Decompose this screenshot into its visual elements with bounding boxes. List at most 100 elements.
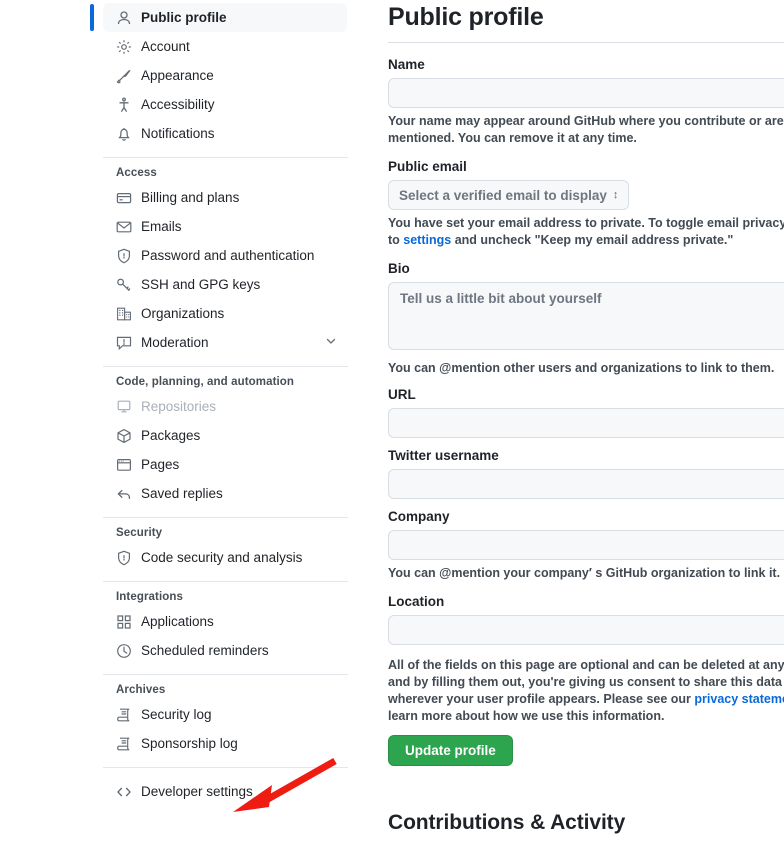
sidebar-item-label: Security log <box>141 707 212 722</box>
field-twitter: Twitter username <box>388 448 784 499</box>
gear-icon <box>116 39 132 55</box>
active-indicator-bar <box>90 4 94 31</box>
sidebar-item-label: Emails <box>141 219 182 234</box>
sidebar-item-code-security-and-analysis[interactable]: Code security and analysis <box>103 543 347 572</box>
sidebar-item-label: Public profile <box>141 10 227 25</box>
sidebar-item-accessibility[interactable]: Accessibility <box>103 90 347 119</box>
code-icon <box>116 784 132 800</box>
sidebar-item-label: Appearance <box>141 68 214 83</box>
sidebar-item-moderation[interactable]: Moderation <box>103 328 347 357</box>
sidebar-item-label: Account <box>141 39 190 54</box>
sidebar-item-packages[interactable]: Packages <box>103 421 347 450</box>
settings-sidebar: Public profile Account Appearance Accessibi… <box>90 0 350 852</box>
sidebar-item-label: Notifications <box>141 126 215 141</box>
sidebar-section-title: Security <box>116 527 163 539</box>
company-input[interactable] <box>388 530 784 560</box>
sidebar-item-public-profile[interactable]: Public profile <box>90 3 347 32</box>
sidebar-item-repositories[interactable]: Repositories <box>103 392 347 421</box>
sidebar-item-billing-and-plans[interactable]: Billing and plans <box>103 183 347 212</box>
shield-check-icon <box>116 550 132 566</box>
updown-chevron-icon: ↕ <box>612 188 619 201</box>
public-email-select[interactable]: Select a verified email to display ↕ <box>388 180 630 210</box>
settings-link[interactable]: settings <box>403 233 451 247</box>
sidebar-divider <box>103 517 348 518</box>
settings-page: Public profile Account Appearance Accessibi… <box>0 0 784 852</box>
field-public-email: Public email Select a verified email to … <box>388 159 784 249</box>
company-label: Company <box>388 509 450 524</box>
sidebar-item-label: Scheduled reminders <box>141 643 269 658</box>
shield-lock-icon <box>116 248 132 264</box>
update-profile-row: Update profile <box>388 735 784 766</box>
paintbrush-icon <box>116 68 132 84</box>
sidebar-item-label: Accessibility <box>141 97 215 112</box>
chevron-down-icon[interactable] <box>325 335 337 350</box>
report-icon <box>116 335 132 351</box>
profile-footer-help: All of the fields on this page are optio… <box>388 657 784 725</box>
apps-icon <box>116 614 132 630</box>
sidebar-divider <box>103 767 348 768</box>
sidebar-item-appearance[interactable]: Appearance <box>103 61 347 90</box>
sidebar-item-security-log[interactable]: Security log <box>103 700 347 729</box>
field-name: Name Your name may appear around GitHub … <box>388 57 784 147</box>
sidebar-item-label: Packages <box>141 428 201 443</box>
sidebar-item-scheduled-reminders[interactable]: Scheduled reminders <box>103 636 347 665</box>
twitter-label: Twitter username <box>388 448 499 463</box>
sidebar-item-emails[interactable]: Emails <box>103 212 347 241</box>
sidebar-item-label: Moderation <box>141 335 209 350</box>
person-icon <box>116 10 132 26</box>
url-label: URL <box>388 387 416 402</box>
twitter-input[interactable] <box>388 469 784 499</box>
sidebar-item-label: Developer settings <box>141 784 253 799</box>
name-input[interactable] <box>388 78 784 108</box>
sidebar-group-main: Developer settings <box>100 777 350 806</box>
sidebar-item-label: Billing and plans <box>141 190 240 205</box>
sidebar-item-label: Applications <box>141 614 214 629</box>
sidebar-divider <box>103 674 348 675</box>
sidebar-item-password-and-authentication[interactable]: Password and authentication <box>103 241 347 270</box>
sidebar-item-developer-settings[interactable]: Developer settings <box>103 777 347 806</box>
sidebar-group-integrations: Applications Scheduled reminders <box>100 607 350 665</box>
sidebar-group-main: Public profile Account Appearance Accessibi… <box>90 3 350 148</box>
sidebar-item-applications[interactable]: Applications <box>103 607 347 636</box>
company-help: You can @mention your company′ s GitHub … <box>388 566 781 580</box>
sidebar-item-label: Code security and analysis <box>141 550 303 565</box>
sidebar-item-notifications[interactable]: Notifications <box>103 119 347 148</box>
update-profile-button[interactable]: Update profile <box>388 735 513 766</box>
sidebar-item-organizations[interactable]: Organizations <box>103 299 347 328</box>
mail-icon <box>116 219 132 235</box>
sidebar-item-saved-replies[interactable]: Saved replies <box>103 479 347 508</box>
sidebar-item-label: Organizations <box>141 306 225 321</box>
log-icon <box>116 707 132 723</box>
location-input[interactable] <box>388 615 784 645</box>
log-icon <box>116 736 132 752</box>
clock-icon <box>116 643 132 659</box>
key-icon <box>116 277 132 293</box>
field-bio: Bio You can @mention other users and org… <box>388 261 784 377</box>
field-location: Location <box>388 594 784 645</box>
sidebar-item-label: Sponsorship log <box>141 736 238 751</box>
accessibility-icon <box>116 96 132 113</box>
sidebar-divider <box>103 581 348 582</box>
public-email-help-after: and uncheck "Keep my email address priva… <box>451 233 734 247</box>
sidebar-group-code-planning-and-automation: Repositories Packages Pages Saved replies <box>100 392 350 508</box>
sidebar-item-pages[interactable]: Pages <box>103 450 347 479</box>
sidebar-item-account[interactable]: Account <box>103 32 347 61</box>
repo-icon <box>116 399 132 415</box>
sidebar-group-archives: Security log Sponsorship log <box>100 700 350 758</box>
name-help: Your name may appear around GitHub where… <box>388 114 784 145</box>
field-url: URL <box>388 387 784 438</box>
sidebar-section-title: Code, planning, and automation <box>116 376 295 388</box>
reply-icon <box>116 486 132 502</box>
public-email-selected-value: Select a verified email to display <box>399 187 607 203</box>
organization-icon <box>116 306 132 322</box>
sidebar-item-sponsorship-log[interactable]: Sponsorship log <box>103 729 347 758</box>
privacy-statement-link[interactable]: privacy statement <box>694 692 784 706</box>
bio-textarea[interactable] <box>388 282 784 350</box>
sidebar-group-security: Code security and analysis <box>100 543 350 572</box>
location-label: Location <box>388 594 445 609</box>
public-email-label: Public email <box>388 159 467 174</box>
public-email-help: You have set your email address to priva… <box>388 215 784 249</box>
sidebar-item-ssh-and-gpg-keys[interactable]: SSH and GPG keys <box>103 270 347 299</box>
url-input[interactable] <box>388 408 784 438</box>
sidebar-item-label: SSH and GPG keys <box>141 277 261 292</box>
